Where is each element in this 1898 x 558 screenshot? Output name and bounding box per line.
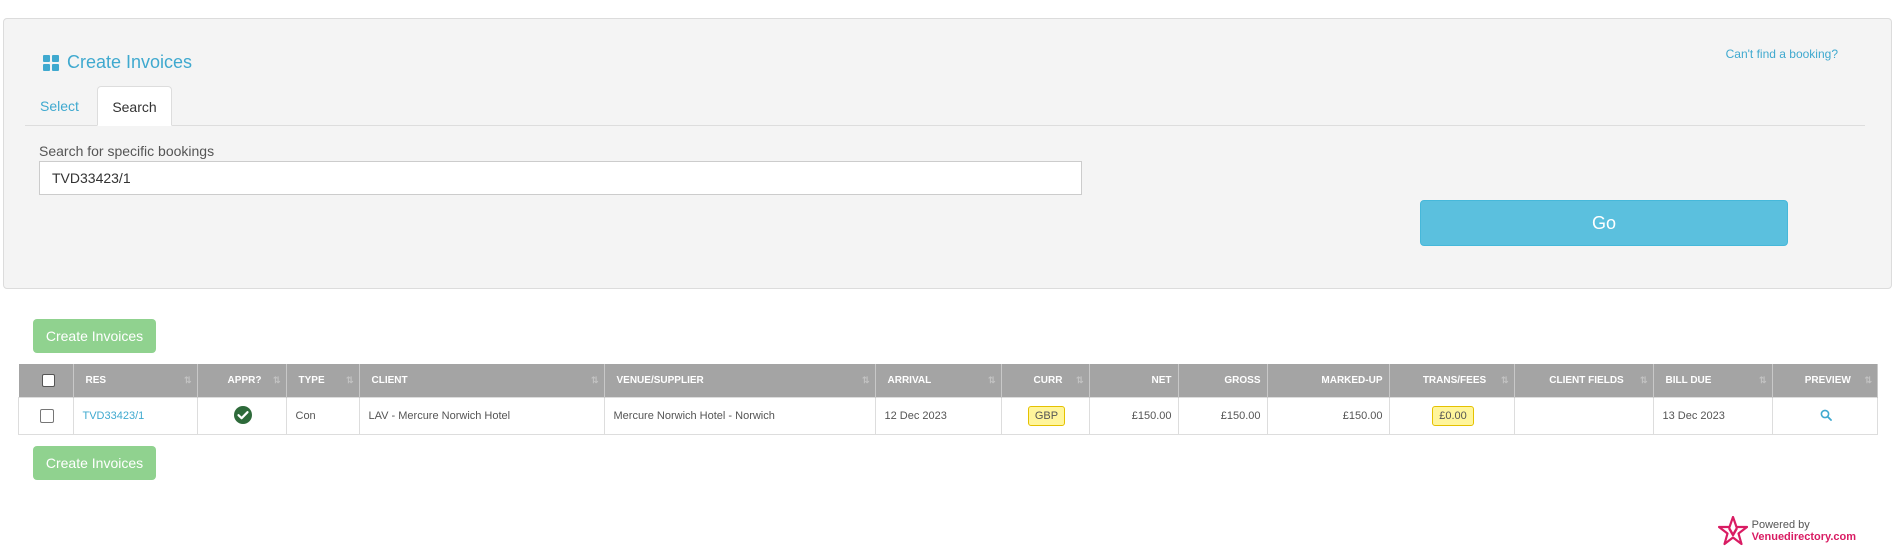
search-input[interactable]: TVD33423/1 (39, 161, 1082, 195)
res-link[interactable]: TVD33423/1 (83, 410, 145, 422)
sort-icon: ⇅ (345, 375, 353, 385)
col-type-label: TYPE (298, 375, 325, 386)
col-client-fields[interactable]: CLIENT FIELDS ⇅ (1514, 364, 1654, 398)
powered-by-footer: Powered by Venuedirectory.com (1717, 516, 1856, 546)
panel-title-text: Create Invoices (67, 52, 193, 72)
powered-text: Powered by Venuedirectory.com (1752, 519, 1856, 543)
curr-cell: GBP (1000, 397, 1090, 435)
grid-icon (43, 54, 59, 71)
search-icon[interactable] (1820, 409, 1833, 421)
create-invoices-button-top[interactable]: Create Invoices (33, 319, 156, 353)
col-marked-up[interactable]: MARKED-UP (1267, 364, 1390, 398)
col-preview-label: PREVIEW (1804, 375, 1851, 386)
table-row: TVD33423/1 Con LAV - Mercure Norwich Hot… (18, 397, 1878, 435)
col-res[interactable]: RES ⇅ (73, 364, 198, 398)
create-invoices-panel: Create Invoices Can't find a booking? (3, 18, 1892, 289)
go-button[interactable]: Go (1420, 200, 1788, 246)
cant-find-booking-link[interactable]: Can't find a booking? (1726, 47, 1838, 61)
appr-cell (196, 397, 287, 435)
col-res-label: RES (85, 375, 107, 386)
col-marked-up-label: MARKED-UP (1321, 375, 1383, 386)
col-client-label: CLIENT (371, 375, 408, 386)
col-bill-due-label: BILL DUE (1665, 375, 1712, 386)
powered-by-label: Powered by (1751, 519, 1810, 531)
preview-cell (1771, 397, 1878, 435)
brand-name[interactable]: Venuedirectory.com (1752, 531, 1856, 543)
col-gross[interactable]: GROSS (1178, 364, 1268, 398)
col-client[interactable]: CLIENT ⇅ (359, 364, 605, 398)
tabs-divider (25, 125, 1865, 126)
col-bill-due[interactable]: BILL DUE ⇅ (1653, 364, 1773, 398)
search-label: Search for specific bookings (39, 143, 215, 159)
col-appr-label: APPR? (227, 375, 262, 386)
create-invoices-button-bottom[interactable]: Create Invoices (33, 446, 156, 480)
col-net[interactable]: NET (1089, 364, 1179, 398)
net-cell: £150.00 (1088, 397, 1179, 435)
col-appr[interactable]: APPR? ⇅ (197, 364, 287, 398)
sort-icon: ⇅ (987, 375, 995, 385)
sort-icon: ⇅ (272, 375, 280, 385)
bookings-table: RES ⇅ APPR? ⇅ TYPE ⇅ CLIENT ⇅ VENUE/SUPPLIER… (18, 364, 1878, 435)
res-cell: TVD33423/1 (72, 397, 198, 435)
check-circle-icon (234, 405, 252, 424)
row-checkbox[interactable] (40, 409, 55, 423)
col-preview[interactable]: PREVIEW ⇅ (1772, 364, 1878, 398)
sort-icon: ⇅ (1500, 375, 1508, 385)
row-select-cell (18, 397, 74, 435)
col-client-fields-label: CLIENT FIELDS (1549, 375, 1624, 386)
type-cell: Con (285, 397, 360, 435)
sort-icon: ⇅ (1758, 375, 1766, 385)
col-arrival[interactable]: ARRIVAL ⇅ (875, 364, 1002, 398)
gross-cell: £150.00 (1177, 397, 1268, 435)
star-v-logo-icon (1717, 516, 1748, 546)
panel-title: Create Invoices (43, 52, 192, 73)
sort-icon: ⇅ (590, 375, 598, 385)
col-net-label: NET (1151, 375, 1172, 386)
bill-due-cell: 13 Dec 2023 (1652, 397, 1773, 435)
col-trans-fees[interactable]: TRANS/FEES ⇅ (1389, 364, 1515, 398)
venue-cell: Mercure Norwich Hotel - Norwich (603, 397, 876, 435)
trans-fees-cell: £0.00 (1388, 397, 1515, 435)
tab-search[interactable]: Search (97, 86, 172, 126)
trans-fees-badge: £0.00 (1432, 406, 1474, 426)
currency-badge: GBP (1027, 406, 1066, 426)
tab-select[interactable]: Select (40, 86, 79, 126)
col-curr-label: CURR (1033, 375, 1063, 386)
col-curr[interactable]: CURR ⇅ (1001, 364, 1090, 398)
sort-icon: ⇅ (1075, 375, 1083, 385)
col-type[interactable]: TYPE ⇅ (286, 364, 360, 398)
sort-icon: ⇅ (1864, 375, 1871, 385)
client-cell: LAV - Mercure Norwich Hotel (358, 397, 605, 435)
col-arrival-label: ARRIVAL (887, 375, 932, 386)
sort-icon: ⇅ (1639, 375, 1647, 385)
sort-icon: ⇅ (183, 375, 191, 385)
client-fields-cell (1513, 397, 1654, 435)
sort-icon: ⇅ (861, 375, 869, 385)
col-trans-fees-label: TRANS/FEES (1422, 375, 1487, 386)
select-all-checkbox[interactable] (42, 374, 55, 387)
select-all-header (18, 364, 74, 398)
col-venue[interactable]: VENUE/SUPPLIER ⇅ (604, 364, 876, 398)
arrival-cell: 12 Dec 2023 (874, 397, 1002, 435)
table-header-row: RES ⇅ APPR? ⇅ TYPE ⇅ CLIENT ⇅ VENUE/SUPPLIER… (18, 364, 1878, 398)
col-venue-label: VENUE/SUPPLIER (616, 375, 704, 386)
marked-up-cell: £150.00 (1266, 397, 1390, 435)
col-gross-label: GROSS (1224, 375, 1261, 386)
